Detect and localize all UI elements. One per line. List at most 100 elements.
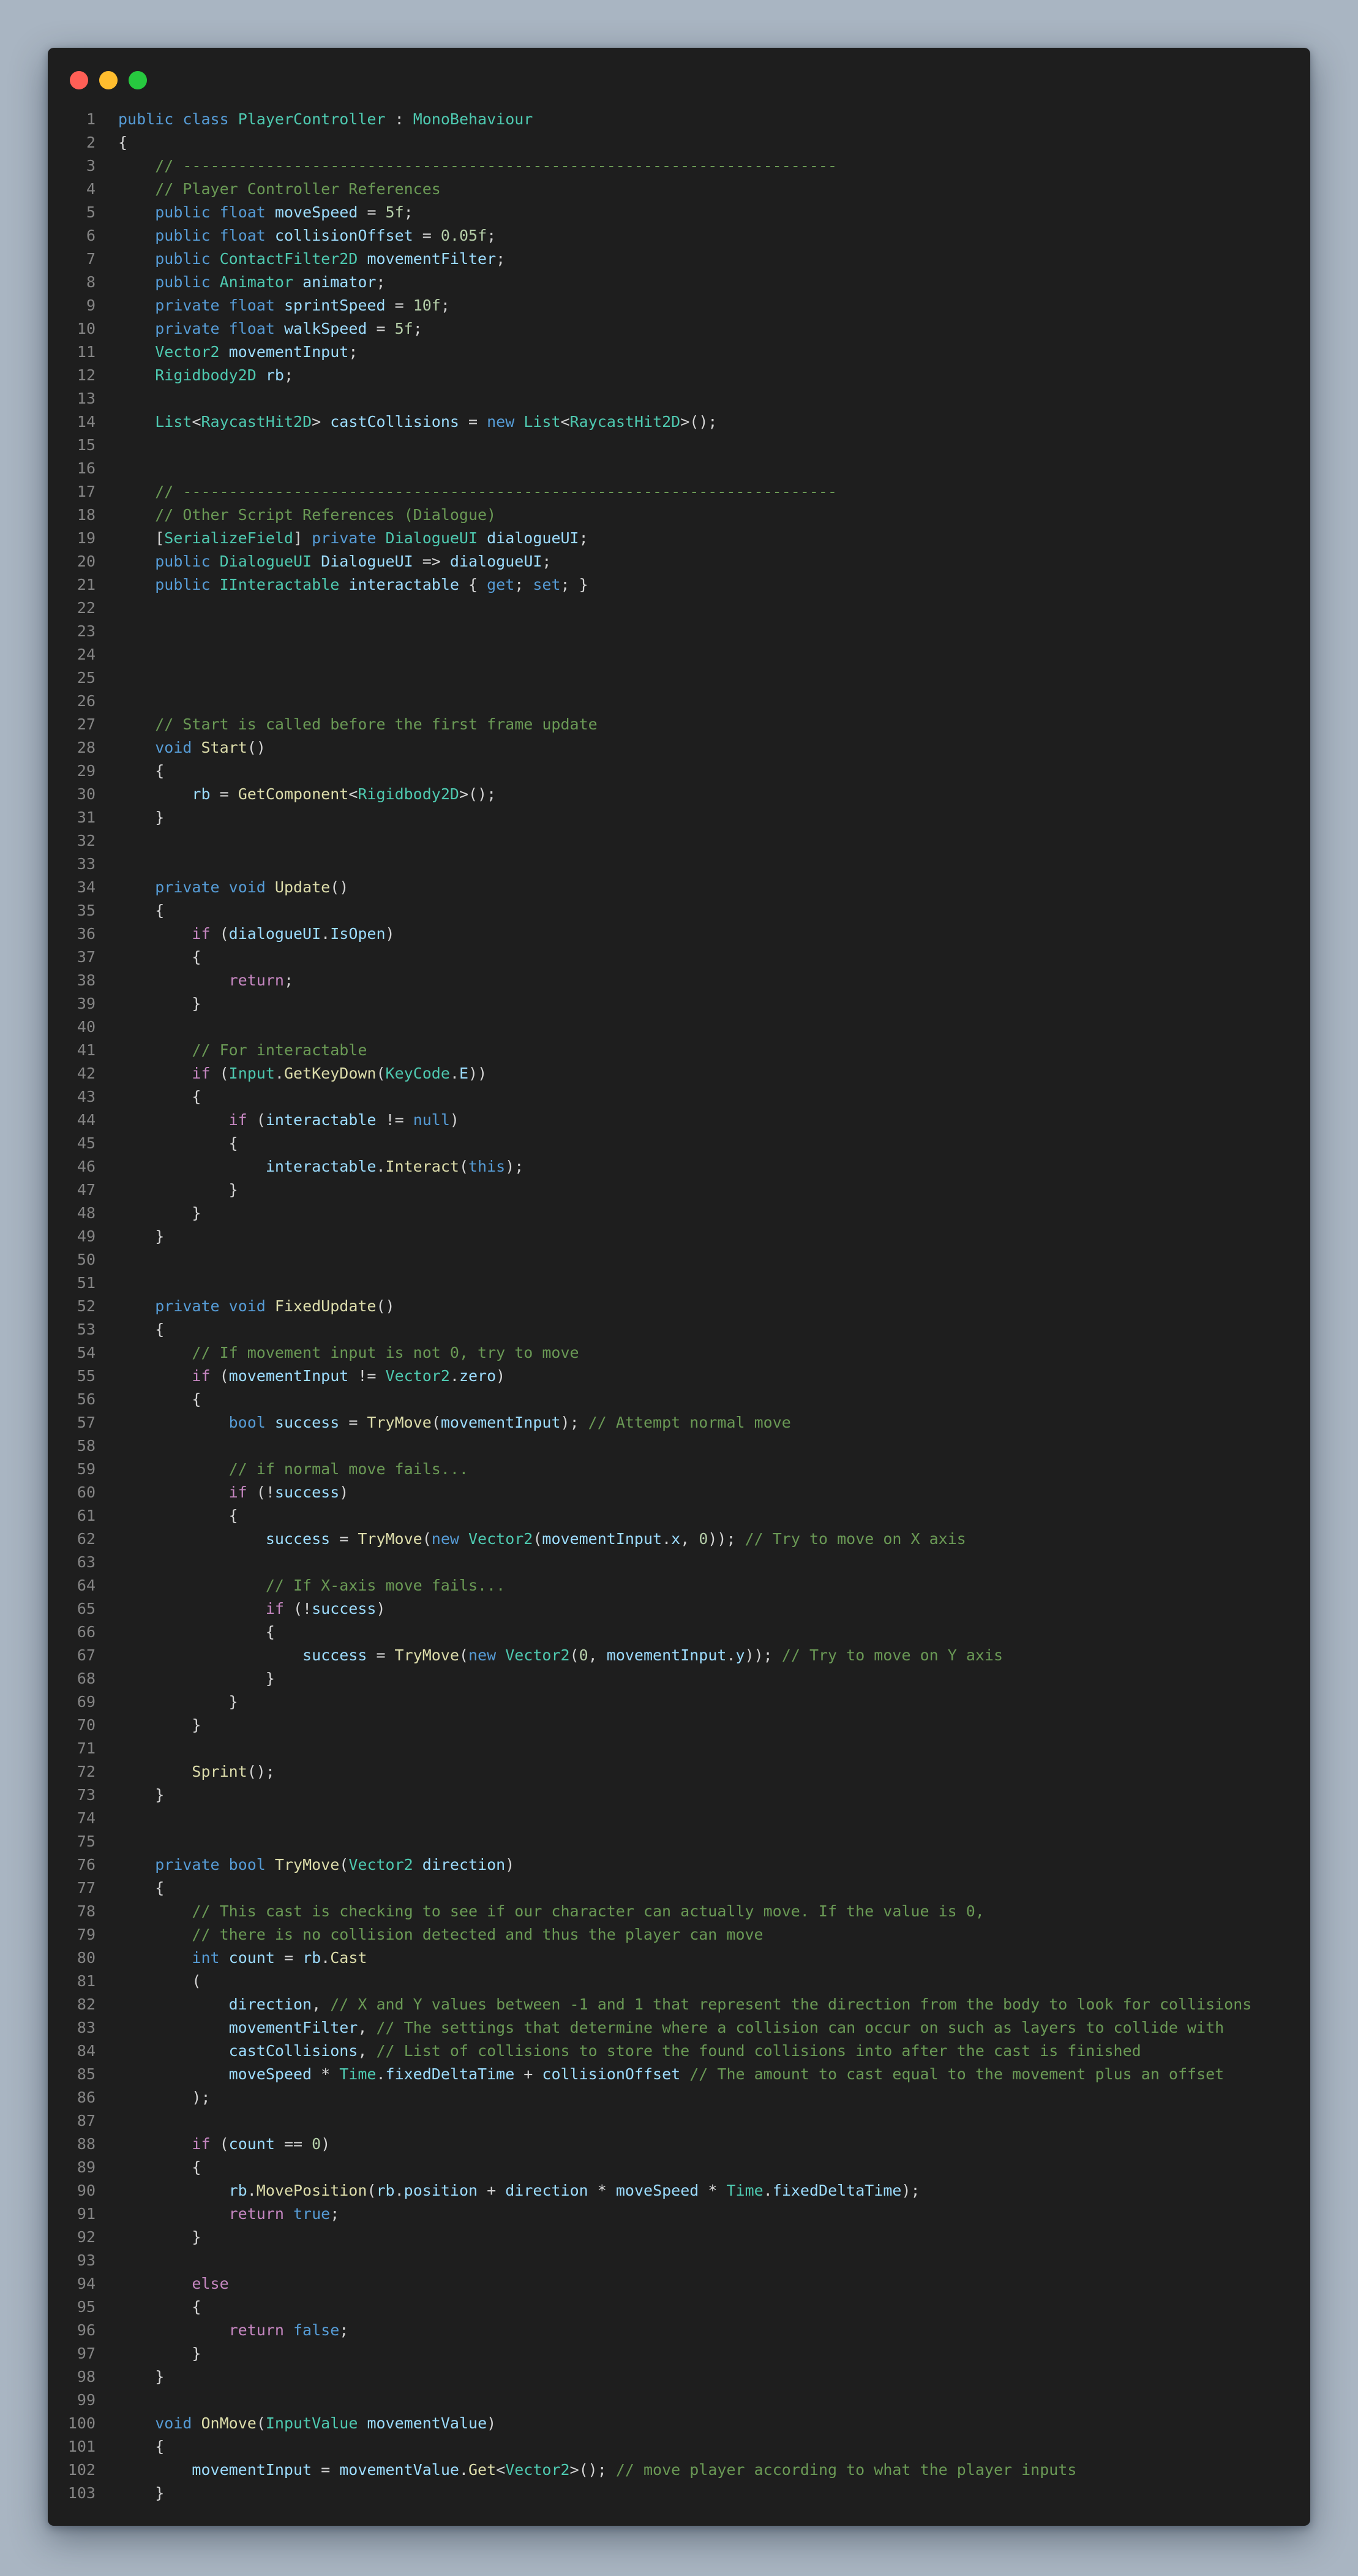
minimize-window-icon[interactable] [99,71,118,89]
code-token: ; [542,552,552,570]
line-text [96,2249,1310,2272]
code-line: 68 } [48,1667,1310,1690]
code-token: // -------------------------------------… [155,483,838,500]
code-line: 7 public ContactFilter2D movementFilter; [48,247,1310,271]
line-text [96,1271,1310,1295]
close-window-icon[interactable] [70,71,88,89]
code-line: 100 void OnMove(InputValue movementValue… [48,2412,1310,2435]
code-token: movementInput [606,1646,727,1664]
code-token: . [321,925,331,943]
line-number: 93 [77,2251,96,2269]
line-text: success = TryMove(new Vector2(0, movemen… [96,1644,1310,1667]
code-token: } [118,1181,238,1199]
code-token: . [662,1530,672,1548]
line-number: 14 [77,413,96,431]
code-token: Vector2 [155,343,220,361]
code-line: 45 { [48,1132,1310,1155]
line-number: 48 [77,1204,96,1222]
code-token: return [228,971,284,989]
code-token: List [523,413,561,431]
code-line: 76 private bool TryMove(Vector2 directio… [48,1853,1310,1877]
code-token: ( [210,2135,229,2153]
code-line: 99 [48,2389,1310,2412]
line-number: 25 [77,669,96,687]
code-token: )); [745,1646,773,1664]
code-line: 20 public DialogueUI DialogueUI => dialo… [48,550,1310,573]
code-token: interactable [348,576,459,593]
code-line: 4 // Player Controller References [48,178,1310,201]
line-text [96,1737,1310,1760]
code-token: ( [210,1367,229,1385]
code-token: . [763,2182,773,2199]
code-line: 19 [SerializeField] private DialogueUI d… [48,527,1310,550]
code-token: Input [228,1064,275,1082]
code-token: castCollisions [330,413,459,431]
line-number: 97 [77,2344,96,2362]
maximize-window-icon[interactable] [129,71,147,89]
code-token: void [228,1297,266,1315]
code-token: List [155,413,192,431]
code-token: movementInput [440,1414,561,1431]
code-token: moveSpeed [228,2065,312,2083]
code-token: if [192,1064,211,1082]
code-line: 16 [48,457,1310,480]
code-token: // X and Y values between -1 and 1 that … [330,1995,1252,2013]
line-text: public IInteractable interactable { get;… [96,573,1310,597]
line-text [96,1434,1310,1458]
code-token: { [118,902,165,919]
line-text: } [96,2482,1310,2505]
line-text: } [96,1178,1310,1202]
code-token: // If movement input is not 0, try to mo… [192,1344,579,1361]
code-line: 1 public class PlayerController : MonoBeh… [48,108,1310,131]
line-text [96,2389,1310,2412]
code-line: 13 [48,387,1310,410]
code-token: ) [376,1600,386,1618]
line-number: 24 [77,646,96,663]
code-line: 41 // For interactable [48,1039,1310,1062]
code-token: { [118,1879,165,1897]
line-number: 89 [77,2158,96,2176]
line-text: // Player Controller References [96,178,1310,201]
code-token: . [394,2182,404,2199]
code-line: 93 [48,2249,1310,2272]
line-number: 91 [77,2205,96,2223]
code-token: } [118,1204,201,1222]
code-token: success [265,1530,331,1548]
line-number: 64 [77,1576,96,1594]
line-text: private void FixedUpdate() [96,1295,1310,1318]
line-text: List<RaycastHit2D> castCollisions = new … [96,410,1310,434]
code-line: 67 success = TryMove(new Vector2(0, move… [48,1644,1310,1667]
line-text [96,457,1310,480]
line-number: 90 [77,2182,96,2199]
code-token: . [376,2065,386,2083]
code-editor[interactable]: 1 public class PlayerController : MonoBeh… [48,108,1310,2505]
line-text: private float walkSpeed = 5f; [96,317,1310,341]
code-line: 26 [48,690,1310,713]
code-token: . [459,2461,468,2479]
line-text: direction, // X and Y values between -1 … [96,1993,1310,2016]
code-token: ( [367,2182,377,2199]
line-number: 6 [86,227,96,244]
line-text [96,2109,1310,2133]
code-token: Start [201,739,247,756]
code-token: } [118,1670,275,1687]
code-token: fixedDeltaTime [772,2182,902,2199]
